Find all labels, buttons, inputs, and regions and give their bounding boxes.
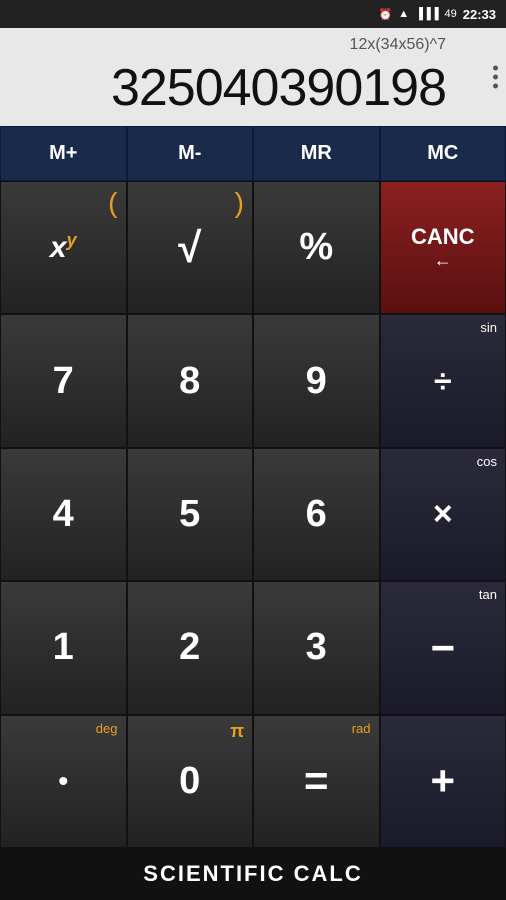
- digit-9-label: 9: [306, 360, 327, 403]
- digit-1-button[interactable]: 1: [0, 581, 127, 714]
- dot-3: [493, 84, 498, 89]
- divide-label: ÷: [434, 363, 452, 400]
- signal-icon: ▐▐▐: [415, 8, 438, 20]
- equals-button[interactable]: rad =: [253, 715, 380, 848]
- digit-7-button[interactable]: 7: [0, 314, 127, 447]
- minus-button[interactable]: tan −: [380, 581, 506, 714]
- dot-label: •: [58, 765, 68, 797]
- cancel-button[interactable]: CANC ←: [380, 181, 506, 314]
- xy-button[interactable]: ( xy: [0, 181, 127, 314]
- equals-label: =: [304, 757, 329, 805]
- digit-8-label: 8: [179, 360, 200, 403]
- percent-button[interactable]: %: [253, 181, 380, 314]
- digit-4-label: 4: [53, 493, 74, 536]
- digit-9-button[interactable]: 9: [253, 314, 380, 447]
- digit-5-button[interactable]: 5: [127, 448, 254, 581]
- memory-plus-button[interactable]: M+: [0, 126, 127, 181]
- divide-button[interactable]: sin ÷: [380, 314, 506, 447]
- multiply-label: ×: [433, 495, 453, 534]
- open-paren-label: (: [108, 187, 117, 219]
- digit-2-label: 2: [179, 626, 200, 669]
- status-bar: ⏰ ▲ ▐▐▐ 49 22:33: [0, 0, 506, 28]
- close-paren-label: ): [235, 187, 244, 219]
- wifi-icon: ▲: [398, 8, 409, 20]
- memory-clear-button[interactable]: MC: [380, 126, 506, 181]
- percent-label: %: [299, 226, 333, 269]
- dot-1: [493, 66, 498, 71]
- digit-5-label: 5: [179, 493, 200, 536]
- multiply-button[interactable]: cos ×: [380, 448, 506, 581]
- deg-label: deg: [96, 721, 118, 736]
- digit-0-label: 0: [179, 760, 200, 803]
- digit-3-button[interactable]: 3: [253, 581, 380, 714]
- calculator-grid: ( xy ) √ % CANC ← 7 8 9 sin ÷: [0, 181, 506, 848]
- button-row-2: 7 8 9 sin ÷: [0, 314, 506, 447]
- pi-label: π: [230, 721, 244, 742]
- rad-label: rad: [352, 721, 371, 736]
- sin-label: sin: [480, 320, 497, 335]
- digit-4-button[interactable]: 4: [0, 448, 127, 581]
- sqrt-button[interactable]: ) √: [127, 181, 254, 314]
- button-row-3: 4 5 6 cos ×: [0, 448, 506, 581]
- dot-2: [493, 75, 498, 80]
- digit-6-button[interactable]: 6: [253, 448, 380, 581]
- digit-8-button[interactable]: 8: [127, 314, 254, 447]
- display-area: 12x(34x56)^7 325040390198: [0, 28, 506, 126]
- digit-2-button[interactable]: 2: [127, 581, 254, 714]
- memory-recall-button[interactable]: MR: [253, 126, 380, 181]
- sqrt-label: √: [178, 224, 201, 272]
- digit-6-label: 6: [306, 493, 327, 536]
- dot-button[interactable]: deg •: [0, 715, 127, 848]
- memory-row: M+ M- MR MC: [0, 126, 506, 181]
- button-row-4: 1 2 3 tan −: [0, 581, 506, 714]
- minus-label: −: [430, 627, 455, 669]
- button-row-1: ( xy ) √ % CANC ←: [0, 181, 506, 314]
- digit-3-label: 3: [306, 626, 327, 669]
- digit-0-button[interactable]: π 0: [127, 715, 254, 848]
- memory-minus-button[interactable]: M-: [127, 126, 254, 181]
- status-time: 22:33: [463, 7, 496, 22]
- plus-label: +: [430, 757, 455, 805]
- expression-display: 12x(34x56)^7: [10, 36, 446, 54]
- xy-label: xy: [50, 230, 77, 265]
- digit-1-label: 1: [53, 626, 74, 669]
- plus-button[interactable]: +: [380, 715, 506, 848]
- alarm-icon: ⏰: [379, 8, 393, 21]
- canc-label: CANC ←: [411, 224, 475, 271]
- button-row-5: deg • π 0 rad = +: [0, 715, 506, 848]
- battery-level: 49: [445, 8, 457, 20]
- cos-label: cos: [477, 454, 497, 469]
- app-label: SCIENTIFIC CALC: [0, 848, 506, 900]
- digit-7-label: 7: [53, 360, 74, 403]
- result-display: 325040390198: [10, 58, 446, 118]
- display-dots: [493, 66, 498, 89]
- tan-label: tan: [479, 587, 497, 602]
